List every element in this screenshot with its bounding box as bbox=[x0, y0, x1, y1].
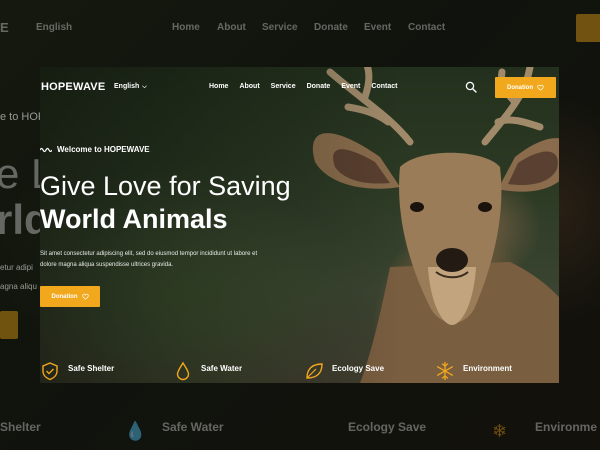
bg-nav-contact: Contact bbox=[408, 22, 446, 33]
nav-home[interactable]: Home bbox=[209, 83, 228, 90]
leaf-icon bbox=[306, 363, 323, 379]
site-header: HOPEWAVE English ⌵ Home About Service Don… bbox=[40, 77, 559, 99]
header-donation-label: Donation bbox=[507, 84, 533, 91]
nav-event[interactable]: Event bbox=[341, 83, 360, 90]
heart-icon bbox=[537, 84, 544, 91]
bg-language: English bbox=[36, 22, 73, 33]
bg-desc-fragment-1: etur adipi bbox=[0, 263, 33, 272]
heart-icon bbox=[81, 293, 89, 300]
nav-about[interactable]: About bbox=[239, 83, 259, 90]
bg-nav-service: Service bbox=[262, 22, 298, 33]
bg-nav-home: Home bbox=[172, 22, 200, 33]
shield-check-icon bbox=[42, 362, 58, 381]
feature-label: Ecology Save bbox=[332, 364, 385, 373]
wave-icon bbox=[40, 147, 52, 152]
feature-safe-shelter[interactable]: Safe Shelter bbox=[40, 361, 114, 381]
hero-title-line-1: Give Love for Saving bbox=[40, 171, 291, 201]
feature-label: Environment bbox=[463, 364, 512, 373]
bg-water-drop-icon: 💧 bbox=[124, 421, 147, 441]
hero-card: HOPEWAVE English ⌵ Home About Service Don… bbox=[40, 67, 559, 383]
nav-service[interactable]: Service bbox=[271, 83, 296, 90]
bg-welcome-fragment: e to HOP bbox=[0, 111, 46, 123]
main-nav: Home About Service Donate Event Contact bbox=[209, 83, 408, 90]
feature-ecology-save[interactable]: Ecology Save bbox=[304, 361, 384, 381]
header-donation-button[interactable]: Donation bbox=[495, 77, 556, 98]
search-icon[interactable] bbox=[465, 81, 477, 93]
bg-feature-water: Safe Water bbox=[162, 420, 224, 434]
bg-nav-donate: Donate bbox=[314, 22, 348, 33]
welcome-tagline: Welcome to HOPEWAVE bbox=[40, 145, 150, 154]
bg-desc-fragment-2: agna aliqu bbox=[0, 282, 37, 291]
bg-feature-ecology: Ecology Save bbox=[348, 420, 427, 434]
hero-donation-label: Donation bbox=[51, 293, 78, 300]
nav-donate[interactable]: Donate bbox=[307, 83, 331, 90]
bg-nav-about: About bbox=[217, 22, 246, 33]
hero-donation-button[interactable]: Donation bbox=[40, 286, 100, 307]
nav-contact[interactable]: Contact bbox=[371, 83, 397, 90]
hero-title-line-2: World Animals bbox=[40, 204, 228, 234]
feature-environment[interactable]: Environment bbox=[435, 361, 512, 381]
bg-feature-shelter: Shelter bbox=[0, 420, 41, 434]
feature-label: Safe Shelter bbox=[68, 364, 115, 373]
site-logo[interactable]: HOPEWAVE bbox=[41, 81, 105, 93]
feature-label: Safe Water bbox=[201, 364, 243, 373]
language-label: English bbox=[114, 83, 140, 90]
water-drop-icon bbox=[176, 361, 190, 381]
feature-strip: Safe Shelter Safe Water Ecology Save Env… bbox=[40, 361, 559, 383]
language-selector[interactable]: English ⌵ bbox=[114, 83, 147, 91]
bg-feature-environment: Environme bbox=[535, 420, 598, 434]
snowflake-icon bbox=[436, 361, 454, 381]
bg-snowflake-icon: ❄ bbox=[492, 421, 508, 441]
hero-description: Sit amet consectetur adipiscing elit, se… bbox=[40, 251, 258, 268]
chevron-down-icon: ⌵ bbox=[142, 84, 147, 90]
bg-donate-button bbox=[576, 14, 600, 42]
bg-donation-button bbox=[0, 311, 18, 339]
feature-safe-water[interactable]: Safe Water bbox=[173, 361, 242, 381]
welcome-text: Welcome to HOPEWAVE bbox=[57, 145, 150, 154]
bg-logo-fragment: E bbox=[0, 20, 9, 35]
bg-nav-event: Event bbox=[364, 22, 392, 33]
